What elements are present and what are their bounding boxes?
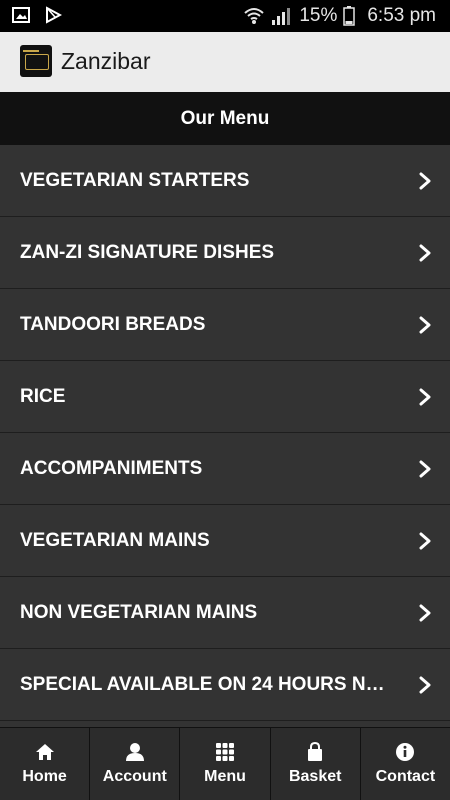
wifi-icon <box>244 8 264 24</box>
chevron-right-icon <box>419 460 431 478</box>
nav-home-button[interactable]: Home <box>0 728 91 800</box>
menu-category-item[interactable]: VEGETARIAN STARTERS <box>0 145 450 217</box>
chevron-right-icon <box>419 244 431 262</box>
bottom-nav: Home Account Menu Basket Contact <box>0 727 450 800</box>
status-left-icons <box>12 6 62 24</box>
status-bar: 15% 6:53 pm <box>0 0 450 32</box>
menu-category-label: ACCOMPANIMENTS <box>20 458 203 479</box>
home-icon <box>35 744 54 760</box>
battery-icon <box>343 6 356 26</box>
menu-category-item[interactable]: RICE <box>0 361 450 433</box>
app-screen: 15% 6:53 pm Zanzibar Our Menu VEGETARIAN… <box>0 0 450 800</box>
status-right: 15% 6:53 pm <box>243 5 436 27</box>
logo-frame <box>25 54 49 70</box>
menu-category-list: VEGETARIAN STARTERS ZAN-ZI SIGNATURE DIS… <box>0 145 450 721</box>
menu-category-label: ZAN-ZI SIGNATURE DISHES <box>20 242 275 263</box>
nav-basket-label: Basket <box>288 768 342 785</box>
grid-icon <box>216 743 234 761</box>
chevron-right-icon <box>419 532 431 550</box>
menu-category-item[interactable]: TANDOORI BREADS <box>0 289 450 361</box>
page-title: Our Menu <box>0 92 450 145</box>
nav-contact-button[interactable]: Contact <box>361 728 450 800</box>
chevron-right-icon <box>419 604 431 622</box>
chevron-right-icon <box>419 172 431 190</box>
chevron-right-icon <box>419 316 431 334</box>
menu-category-label: SPECIAL AVAILABLE ON 24 HOURS NOT... <box>20 674 398 695</box>
menu-category-label: VEGETARIAN MAINS <box>20 530 210 551</box>
menu-category-item[interactable]: ZAN-ZI SIGNATURE DISHES <box>0 217 450 289</box>
nav-basket-button[interactable]: Basket <box>271 728 361 800</box>
app-title: Zanzibar <box>61 48 151 74</box>
play-store-icon <box>46 6 62 24</box>
menu-category-label: RICE <box>20 386 66 407</box>
bag-icon <box>308 742 323 761</box>
app-logo <box>20 45 52 77</box>
info-icon <box>396 743 415 761</box>
nav-contact-label: Contact <box>375 768 436 785</box>
user-icon <box>125 743 144 761</box>
nav-menu-button[interactable]: Menu <box>180 728 271 800</box>
menu-category-item[interactable]: ACCOMPANIMENTS <box>0 433 450 505</box>
logo-mark <box>23 50 39 52</box>
menu-category-label: NON VEGETARIAN MAINS <box>20 602 258 623</box>
menu-category-label: VEGETARIAN STARTERS <box>20 170 250 191</box>
nav-account-label: Account <box>102 768 167 785</box>
nav-account-button[interactable]: Account <box>90 728 181 800</box>
menu-category-item[interactable]: SPECIAL AVAILABLE ON 24 HOURS NOT... <box>0 649 450 721</box>
app-bar: Zanzibar <box>0 32 450 93</box>
chevron-right-icon <box>419 676 431 694</box>
menu-category-item[interactable]: NON VEGETARIAN MAINS <box>0 577 450 649</box>
menu-category-label: TANDOORI BREADS <box>20 314 206 335</box>
menu-category-item[interactable]: VEGETARIAN MAINS <box>0 505 450 577</box>
nav-menu-label: Menu <box>204 768 246 785</box>
chevron-right-icon <box>419 388 431 406</box>
status-time: 6:53 pm <box>367 5 436 26</box>
signal-icon <box>272 8 291 25</box>
nav-home-label: Home <box>22 768 67 785</box>
battery-percent: 15% <box>299 5 338 26</box>
image-icon <box>12 7 30 23</box>
